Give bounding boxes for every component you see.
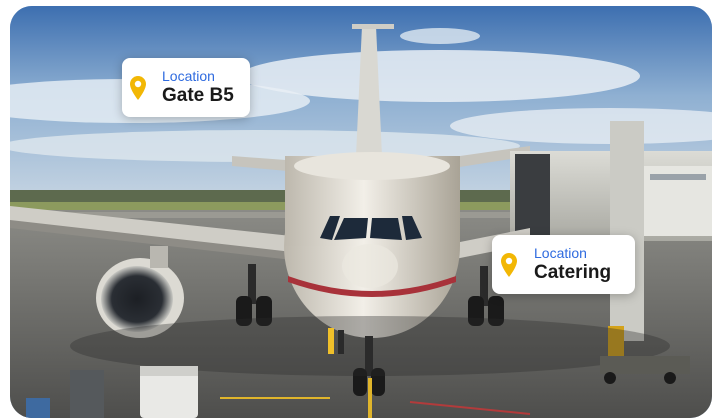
map-pin-icon	[130, 75, 146, 100]
location-tag-catering[interactable]: Location Catering	[492, 235, 635, 294]
airport-apron-photo	[10, 6, 712, 418]
location-value: Catering	[534, 261, 612, 283]
airport-photo-frame	[10, 6, 712, 418]
location-label: Location	[534, 244, 587, 261]
location-label: Location	[162, 67, 215, 84]
location-value: Gate B5	[162, 84, 234, 106]
map-pin-icon	[501, 252, 517, 277]
location-tag-gate[interactable]: Location Gate B5	[122, 58, 250, 117]
